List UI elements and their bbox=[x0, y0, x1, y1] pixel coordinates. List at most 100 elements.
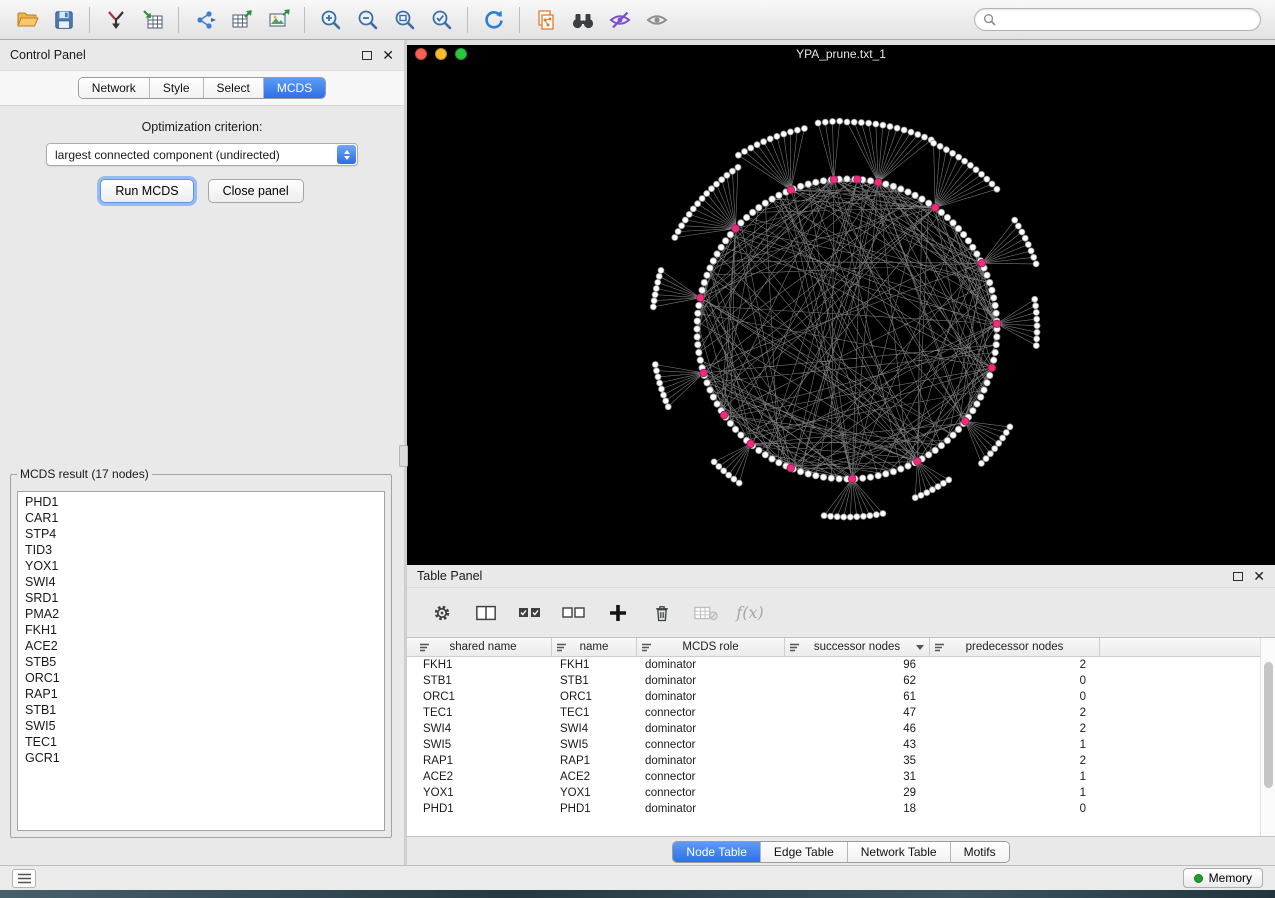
table-cell[interactable]: 0 bbox=[930, 689, 1100, 705]
mcds-result-item[interactable]: TID3 bbox=[18, 542, 384, 558]
table-cell[interactable]: connector bbox=[637, 769, 785, 785]
table-row[interactable]: STB1STB1dominator620 bbox=[407, 673, 1275, 689]
table-cell[interactable]: dominator bbox=[637, 753, 785, 769]
zoom-fit-button[interactable] bbox=[386, 4, 423, 36]
duplicate-network-button[interactable] bbox=[527, 4, 564, 36]
table-cell[interactable]: 0 bbox=[930, 673, 1100, 689]
table-cell[interactable]: dominator bbox=[637, 689, 785, 705]
table-cell[interactable]: SWI4 bbox=[415, 721, 552, 737]
table-cell[interactable]: dominator bbox=[637, 673, 785, 689]
table-cell[interactable]: YOX1 bbox=[415, 785, 552, 801]
mcds-result-item[interactable]: STP4 bbox=[18, 526, 384, 542]
mcds-result-list[interactable]: PHD1CAR1STP4TID3YOX1SWI4SRD1PMA2FKH1ACE2… bbox=[17, 491, 385, 831]
float-table-panel-icon[interactable] bbox=[1233, 572, 1243, 581]
table-cell[interactable]: STB1 bbox=[552, 673, 637, 689]
optimization-criterion-select[interactable]: largest connected component (undirected) bbox=[46, 143, 358, 166]
export-image-button[interactable] bbox=[260, 4, 297, 36]
table-cell[interactable]: connector bbox=[637, 737, 785, 753]
table-row[interactable]: ORC1ORC1dominator610 bbox=[407, 689, 1275, 705]
memory-button[interactable]: Memory bbox=[1183, 868, 1263, 888]
mcds-result-item[interactable]: STB1 bbox=[18, 702, 384, 718]
minimize-window-icon[interactable] bbox=[435, 48, 447, 60]
open-file-button[interactable] bbox=[8, 4, 45, 36]
close-panel-icon[interactable]: ✕ bbox=[382, 50, 394, 60]
table-cell[interactable]: TEC1 bbox=[415, 705, 552, 721]
table-cell[interactable]: ACE2 bbox=[415, 769, 552, 785]
network-canvas[interactable] bbox=[407, 63, 1275, 565]
column-header-mcds-role[interactable]: MCDS role bbox=[637, 638, 785, 656]
table-cell[interactable]: 31 bbox=[785, 769, 930, 785]
run-mcds-button[interactable]: Run MCDS bbox=[100, 179, 193, 203]
table-cell[interactable]: 0 bbox=[930, 801, 1100, 817]
tab-motifs[interactable]: Motifs bbox=[951, 842, 1009, 862]
table-cell[interactable]: 29 bbox=[785, 785, 930, 801]
mcds-result-item[interactable]: YOX1 bbox=[18, 558, 384, 574]
show-column-button[interactable] bbox=[471, 598, 501, 628]
table-cell[interactable]: SWI5 bbox=[415, 737, 552, 753]
hide-selected-button[interactable] bbox=[601, 4, 638, 36]
table-cell[interactable]: connector bbox=[637, 785, 785, 801]
network-window-titlebar[interactable]: YPA_prune.txt_1 bbox=[407, 45, 1275, 63]
table-cell[interactable]: PHD1 bbox=[415, 801, 552, 817]
mcds-result-item[interactable]: CAR1 bbox=[18, 510, 384, 526]
select-all-button[interactable] bbox=[515, 598, 545, 628]
scrollbar-thumb[interactable] bbox=[1264, 662, 1273, 788]
table-cell[interactable]: ORC1 bbox=[415, 689, 552, 705]
mcds-result-item[interactable]: RAP1 bbox=[18, 686, 384, 702]
table-cell[interactable]: connector bbox=[637, 705, 785, 721]
table-row[interactable]: SWI5SWI5connector431 bbox=[407, 737, 1275, 753]
table-cell[interactable]: PHD1 bbox=[552, 801, 637, 817]
table-cell[interactable]: TEC1 bbox=[552, 705, 637, 721]
mcds-result-item[interactable]: SRD1 bbox=[18, 590, 384, 606]
tab-mcds[interactable]: MCDS bbox=[264, 78, 325, 98]
table-row[interactable]: ACE2ACE2connector311 bbox=[407, 769, 1275, 785]
table-cell[interactable]: FKH1 bbox=[552, 657, 637, 673]
table-cell[interactable]: 2 bbox=[930, 657, 1100, 673]
search-input[interactable] bbox=[1001, 13, 1252, 27]
table-cell[interactable]: ORC1 bbox=[552, 689, 637, 705]
table-cell[interactable]: FKH1 bbox=[415, 657, 552, 673]
tab-network[interactable]: Network bbox=[79, 78, 150, 98]
table-cell[interactable]: dominator bbox=[637, 801, 785, 817]
close-table-panel-icon[interactable]: ✕ bbox=[1253, 571, 1265, 581]
zoom-out-button[interactable] bbox=[349, 4, 386, 36]
mcds-result-item[interactable]: STB5 bbox=[18, 654, 384, 670]
tab-style[interactable]: Style bbox=[150, 78, 204, 98]
splitter-handle[interactable] bbox=[399, 445, 408, 467]
table-cell[interactable]: RAP1 bbox=[415, 753, 552, 769]
table-cell[interactable]: 46 bbox=[785, 721, 930, 737]
table-row[interactable]: PHD1PHD1dominator180 bbox=[407, 801, 1275, 817]
zoom-selected-button[interactable] bbox=[423, 4, 460, 36]
refresh-button[interactable] bbox=[475, 4, 512, 36]
export-network-button[interactable] bbox=[186, 4, 223, 36]
table-cell[interactable]: dominator bbox=[637, 657, 785, 673]
table-cell[interactable]: 61 bbox=[785, 689, 930, 705]
export-table-button[interactable] bbox=[223, 4, 260, 36]
table-cell[interactable]: 43 bbox=[785, 737, 930, 753]
find-button[interactable] bbox=[564, 4, 601, 36]
mcds-result-item[interactable]: SWI4 bbox=[18, 574, 384, 590]
table-cell[interactable]: 1 bbox=[930, 785, 1100, 801]
mcds-result-item[interactable]: ACE2 bbox=[18, 638, 384, 654]
table-cell[interactable]: SWI5 bbox=[552, 737, 637, 753]
table-cell[interactable]: YOX1 bbox=[552, 785, 637, 801]
tab-network-table[interactable]: Network Table bbox=[848, 842, 951, 862]
table-cell[interactable]: 2 bbox=[930, 705, 1100, 721]
mcds-result-item[interactable]: PHD1 bbox=[18, 494, 384, 510]
table-row[interactable]: RAP1RAP1dominator352 bbox=[407, 753, 1275, 769]
float-panel-icon[interactable] bbox=[362, 51, 372, 60]
column-header-successor-nodes[interactable]: successor nodes bbox=[785, 638, 930, 656]
save-button[interactable] bbox=[45, 4, 82, 36]
table-cell[interactable]: RAP1 bbox=[552, 753, 637, 769]
import-network-button[interactable] bbox=[97, 4, 134, 36]
mcds-result-item[interactable]: SWI5 bbox=[18, 718, 384, 734]
close-panel-button[interactable]: Close panel bbox=[208, 179, 304, 203]
table-cell[interactable]: 18 bbox=[785, 801, 930, 817]
mcds-result-item[interactable]: GCR1 bbox=[18, 750, 384, 766]
maximize-window-icon[interactable] bbox=[455, 48, 467, 60]
table-cell[interactable]: 1 bbox=[930, 737, 1100, 753]
column-header-predecessor-nodes[interactable]: predecessor nodes bbox=[930, 638, 1100, 656]
mcds-result-item[interactable]: ORC1 bbox=[18, 670, 384, 686]
mcds-result-item[interactable]: PMA2 bbox=[18, 606, 384, 622]
show-all-button[interactable] bbox=[638, 4, 675, 36]
